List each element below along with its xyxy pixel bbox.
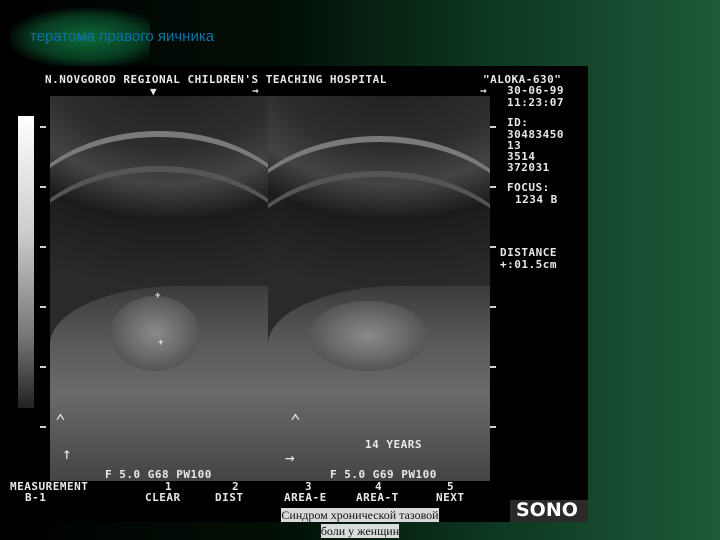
time-label: 11:23:07	[507, 96, 564, 109]
menu-next[interactable]: NEXT	[436, 491, 465, 504]
depth-tick	[490, 366, 496, 368]
probe-marker-icon: ⌃	[290, 411, 302, 432]
depth-tick	[40, 426, 46, 428]
menu-dist[interactable]: DIST	[215, 491, 244, 504]
grayscale-bar	[18, 116, 34, 408]
scan-left: + +	[50, 96, 268, 481]
hospital-label: N.NOVGOROD REGIONAL CHILDREN'S TEACHING …	[45, 73, 387, 86]
menu-area-t[interactable]: AREA-T	[356, 491, 399, 504]
caption-line-2: боли у женщин	[320, 524, 400, 538]
left-scan-params: F 5.0 G68 PW100	[105, 468, 212, 481]
caliper-marker: +	[158, 338, 164, 348]
orientation-arrow-icon: →	[285, 448, 296, 467]
menu-measurement[interactable]: MEASUREMENT	[10, 480, 88, 493]
depth-tick	[490, 126, 496, 128]
ovarian-mass	[308, 301, 428, 371]
caliper-marker: +	[155, 291, 161, 301]
depth-tick	[490, 186, 496, 188]
depth-tick	[40, 246, 46, 248]
menu-area-e[interactable]: AREA-E	[284, 491, 327, 504]
depth-tick	[40, 366, 46, 368]
caption-line-1: Синдром хронической тазовой	[281, 508, 439, 522]
ovarian-mass	[110, 296, 200, 371]
focus-value: 1234 B	[515, 193, 558, 206]
menu-measurement-mode[interactable]: B-1	[25, 491, 46, 504]
id-line: 372031	[507, 161, 550, 174]
depth-tick	[490, 426, 496, 428]
depth-tick	[40, 126, 46, 128]
right-scan-params: F 5.0 G69 PW100	[330, 468, 437, 481]
ultrasound-image: N.NOVGOROD REGIONAL CHILDREN'S TEACHING …	[0, 66, 588, 522]
slide-title: тератома правого яичника	[30, 28, 215, 45]
probe-marker-icon: ⌃	[55, 411, 67, 432]
menu-clear[interactable]: CLEAR	[145, 491, 181, 504]
distance-value: +:01.5cm	[500, 258, 557, 271]
orientation-arrow-icon: ↑	[62, 444, 73, 463]
depth-tick	[40, 306, 46, 308]
depth-tick	[40, 186, 46, 188]
depth-tick	[490, 306, 496, 308]
depth-tick	[490, 246, 496, 248]
age-label: 14 YEARS	[365, 438, 422, 451]
brand-logo: SONO	[516, 499, 578, 521]
slide-caption: Синдром хронической тазовой боли у женщи…	[245, 507, 475, 539]
